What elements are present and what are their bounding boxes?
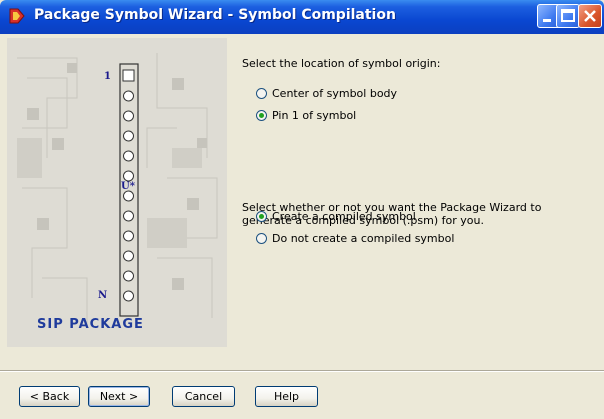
radio-circle-selected[interactable] [256,211,267,222]
reference-designator-label: U* [121,181,135,192]
maximize-button[interactable] [556,4,580,28]
button-separator [0,370,604,372]
maximize-icon [561,9,575,22]
radio-label: Do not create a compiled symbol [272,232,455,245]
pin-one-label: 1 [104,71,111,82]
title-bar[interactable]: Package Symbol Wizard - Symbol Compilati… [0,0,604,34]
radio-label: Pin 1 of symbol [272,109,357,122]
pin-n-label: N [98,290,108,301]
radio-circle[interactable] [256,88,267,99]
app-icon [9,8,25,24]
close-icon [584,10,596,22]
radio-label: Create a compiled symbol [272,210,416,223]
back-button[interactable]: < Back [19,386,80,407]
cancel-button[interactable]: Cancel [172,386,235,407]
radio-circle[interactable] [256,233,267,244]
pin-1-square [122,69,135,82]
help-button[interactable]: Help [255,386,318,407]
close-button[interactable] [578,4,602,28]
radio-label: Center of symbol body [272,87,398,100]
window-title: Package Symbol Wizard - Symbol Compilati… [34,7,396,23]
sip-package-illustration: 1 U* N SIP PACKAGE [7,38,227,347]
circuit-board-background [7,38,227,347]
options-panel: Select the location of symbol origin: Ce… [232,38,598,347]
wizard-window: Package Symbol Wizard - Symbol Compilati… [0,0,604,419]
origin-prompt: Select the location of symbol origin: [242,57,441,70]
radio-circle-selected[interactable] [256,110,267,121]
next-button[interactable]: Next > [88,386,150,407]
package-type-label: SIP PACKAGE [37,317,144,332]
